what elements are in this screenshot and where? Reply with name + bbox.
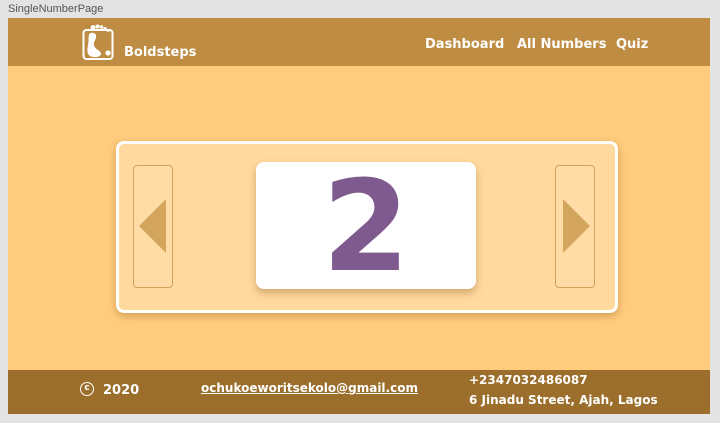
contact-address: 6 Jinadu Street, Ajah, Lagos: [469, 393, 658, 407]
number-card: 2: [116, 141, 618, 313]
brand-name: Boldsteps: [124, 45, 197, 60]
triangle-right-icon: [563, 199, 590, 253]
footer: c 2020 ochukoeworitsekolo@gmail.com +234…: [8, 370, 710, 414]
nav-quiz[interactable]: Quiz: [616, 37, 648, 52]
footprint-icon[interactable]: [82, 23, 114, 61]
copyright-year: 2020: [103, 383, 140, 398]
contact-email-link[interactable]: ochukoeworitsekolo@gmail.com: [201, 381, 418, 395]
nav-all-numbers[interactable]: All Numbers: [517, 37, 606, 52]
number-display: 2: [256, 153, 476, 300]
contact-phone: +2347032486087: [469, 373, 588, 387]
previous-number-button[interactable]: [133, 165, 173, 288]
header: Boldsteps Dashboard All Numbers Quiz: [8, 18, 710, 66]
nav-dashboard[interactable]: Dashboard: [425, 37, 504, 52]
copyright-icon: c: [80, 382, 94, 396]
single-number-page: Boldsteps Dashboard All Numbers Quiz 2 c…: [8, 18, 710, 414]
frame-label: SingleNumberPage: [8, 3, 104, 15]
current-number: 2: [322, 153, 410, 300]
triangle-left-icon: [139, 199, 166, 253]
next-number-button[interactable]: [555, 165, 595, 288]
